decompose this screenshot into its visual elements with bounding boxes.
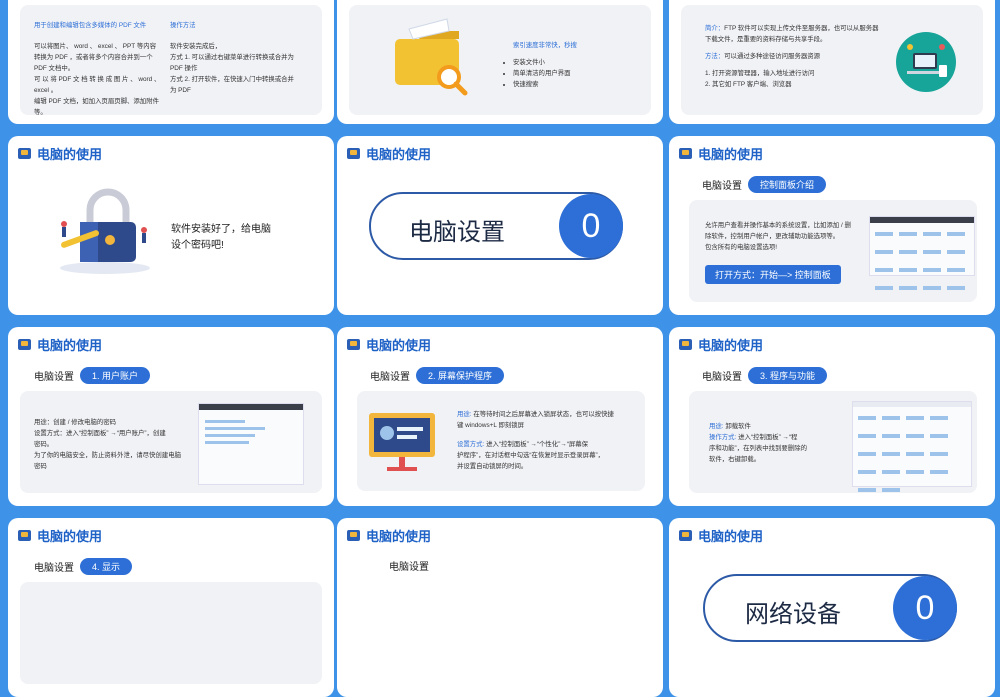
slide-header: 电脑的使用 [679,144,763,163]
padlock-icon [60,188,150,274]
network-devices-icon [896,32,956,92]
slide-search-tool[interactable]: 索引速度非常快，秒搜 安装文件小 简单清洁的用户界面 快速搜索 [337,0,663,124]
slide-header: 电脑的使用 [679,335,763,354]
computer-icon [18,530,31,541]
screensaver-desc: 用途: 在等待时间之后屏幕进入锁屏状态，也可以按快捷 键 windows+L 即… [457,411,614,470]
slide-header: 电脑的使用 [18,144,102,163]
computer-icon [679,339,692,350]
slide-display[interactable]: 电脑的使用 电脑设置 4. 显示 [8,518,334,697]
ftp-intro: 简介：FTP 软件可以实现上传文件至服务器，也可以从服务器 下载文件，是重要的资… [705,25,879,88]
topic-pill: 控制面板介绍 [748,176,827,193]
slide-header: 电脑的使用 [18,526,102,545]
slide-programs-features[interactable]: 电脑的使用 电脑设置 3. 程序与功能 用途: 卸载软件 操作方式: 进入“控制面… [669,327,995,506]
user-accounts-screenshot [198,403,304,485]
slide-header: 电脑的使用 [347,335,431,354]
slide-header: 电脑的使用 [347,526,431,545]
slide-password-intro[interactable]: 电脑的使用 软件安装好了，给电脑 设个密码吧! [8,136,334,315]
subheading: 电脑设置 [389,562,429,573]
slide-header: 电脑的使用 [679,526,763,545]
slide-title: 电脑的使用 [37,529,103,544]
section-number: 0 [893,576,957,640]
slide-title: 电脑的使用 [698,529,764,544]
computer-icon [347,148,360,159]
col2-text: 软件安装完成后， 方式 1. 可以通过右键菜单进行转换或合并为 PDF 操作 方式 2… [170,43,294,94]
computer-icon [347,339,360,350]
col1-text: 可以将图片、 word 、 excel 、 PPT 等内容 转换为 PDF ，或者… [34,43,161,116]
password-prompt: 软件安装好了，给电脑 设个密码吧! [171,224,271,251]
slide-control-panel[interactable]: 电脑的使用 电脑设置 控制面板介绍 允许用户查看并操作基本的系统设置，比如添加 /… [669,136,995,315]
subheading: 电脑设置 4. 显示 [34,558,133,575]
computer-icon [679,148,692,159]
list-item: 快速搜索 [513,79,571,90]
subheading: 电脑设置 控制面板介绍 [702,176,827,193]
slide-title: 电脑的使用 [37,338,103,353]
computer-icon [347,530,360,541]
computer-icon [18,339,31,350]
monitor-icon [369,413,435,471]
slide-title: 电脑的使用 [698,338,764,353]
user-accounts-desc: 用途：创建 / 修改电脑的密码 设置方式：进入“控制面板” →“用户账户”，创建密… [34,419,181,470]
slide-header: 电脑的使用 [18,335,102,354]
feature-list: 安装文件小 简单清洁的用户界面 快速搜索 [503,57,571,90]
slide-title: 电脑的使用 [366,529,432,544]
list-item: 安装文件小 [513,57,571,68]
control-panel-desc: 允许用户查看并操作基本的系统设置，比如添加 / 删除软件，控制用户帐户，更改辅助… [705,222,851,251]
subheading: 电脑设置 1. 用户账户 [34,367,151,384]
col1-heading: 用于创建和编辑包含多媒体的 PDF 文件 [34,22,147,29]
folder-search-icon [395,18,468,96]
computer-icon [679,530,692,541]
slide-title: 电脑的使用 [366,147,432,162]
col2-heading: 操作方法 [170,22,196,29]
slide-pdf-tool[interactable]: 用于创建和编辑包含多媒体的 PDF 文件 可以将图片、 word 、 excel… [8,0,334,124]
slide-title: 电脑的使用 [698,147,764,162]
list-item: 简单清洁的用户界面 [513,68,571,79]
topic-pill: 4. 显示 [80,558,133,575]
subheading: 电脑设置 2. 屏幕保护程序 [370,367,505,384]
slide-settings-summary[interactable]: 电脑的使用 电脑设置 [337,518,663,697]
section-number: 0 [559,194,623,258]
slide-section-settings[interactable]: 电脑的使用 电脑设置 0 [337,136,663,315]
search-heading: 索引速度非常快，秒搜 [513,42,577,49]
slide-section-network[interactable]: 电脑的使用 网络设备 0 [669,518,995,697]
content-panel [20,582,322,684]
slide-title: 电脑的使用 [366,338,432,353]
programs-desc: 用途: 卸载软件 操作方式: 进入“控制面板” →“程 序和功能”，在列表中找到… [709,423,807,463]
open-method-button[interactable]: 打开方式：开始—> 控制面板 [705,265,841,284]
slide-header: 电脑的使用 [347,144,431,163]
section-title: 网络设备 [745,601,841,628]
section-title: 电脑设置 [409,219,505,246]
topic-pill: 3. 程序与功能 [748,367,828,384]
control-panel-screenshot [869,216,975,290]
slide-title: 电脑的使用 [37,147,103,162]
slide-screensaver[interactable]: 电脑的使用 电脑设置 2. 屏幕保护程序 用途: 在等待时间之后屏幕进入锁屏状态，… [337,327,663,506]
subheading: 电脑设置 3. 程序与功能 [702,367,828,384]
computer-icon [18,148,31,159]
topic-pill: 1. 用户账户 [80,367,151,384]
programs-screenshot [852,401,972,492]
slide-user-accounts[interactable]: 电脑的使用 电脑设置 1. 用户账户 用途：创建 / 修改电脑的密码 设置方式：进入… [8,327,334,506]
slide-ftp[interactable]: 简介：FTP 软件可以实现上传文件至服务器，也可以从服务器 下载文件，是重要的资… [669,0,995,124]
topic-pill: 2. 屏幕保护程序 [416,367,505,384]
